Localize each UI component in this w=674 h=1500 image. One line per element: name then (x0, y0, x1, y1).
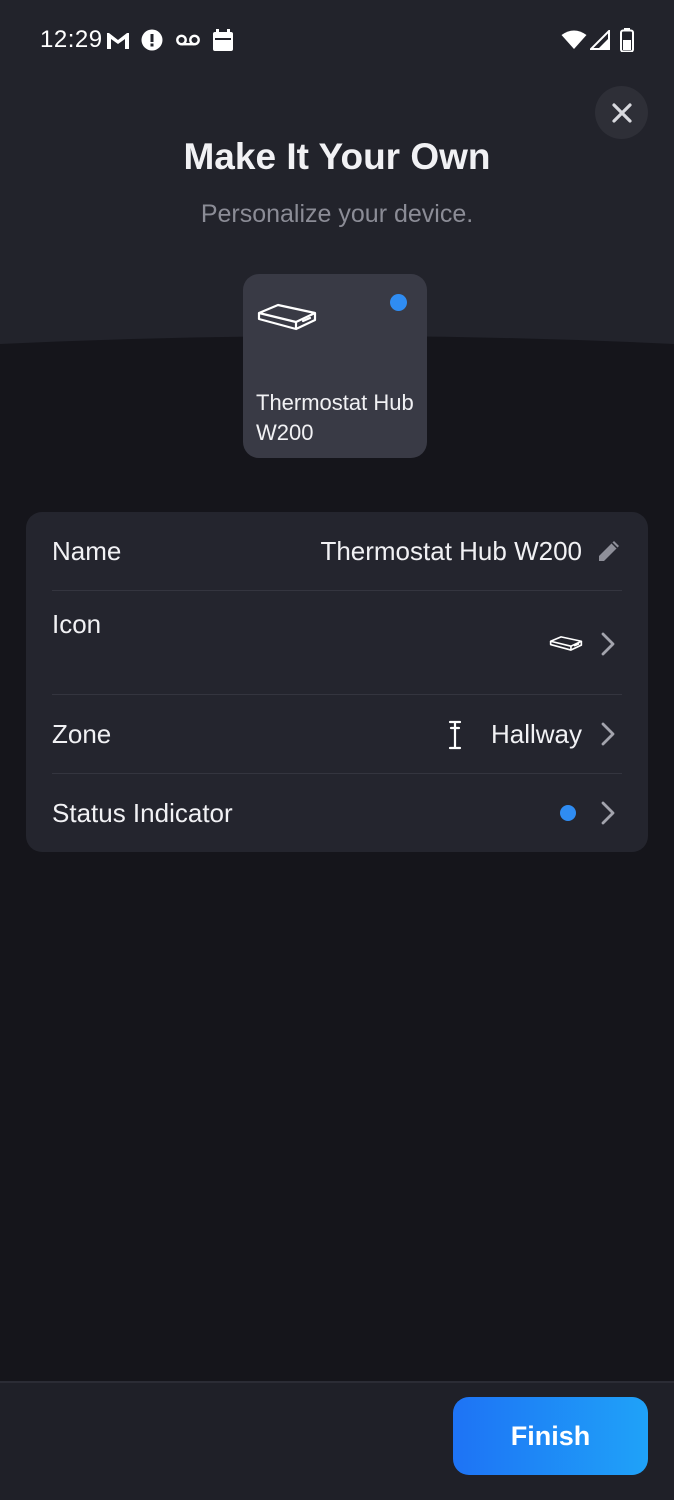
device-personalization-screen: 12:29 Make It Your Own Personalize your … (0, 0, 674, 1500)
status-indicator-dot (390, 294, 407, 311)
page-title: Make It Your Own (183, 136, 491, 177)
zone-value: Hallway (490, 719, 582, 749)
finish-button[interactable]: Finish (453, 1397, 648, 1475)
settings-row-zone[interactable]: Zone Hallway (26, 695, 648, 773)
pencil-icon[interactable] (597, 538, 622, 563)
chevron-right-icon (601, 722, 615, 746)
settings-card: Name Thermostat Hub W200 Icon Zone Hallw… (26, 512, 648, 852)
status-color-dot (560, 805, 576, 821)
close-icon (611, 102, 632, 123)
status-time: 12:29 (40, 26, 103, 53)
voicemail-icon (176, 34, 200, 46)
page-subtitle: Personalize your device. (200, 200, 474, 228)
zone-pin-icon (448, 720, 462, 750)
settings-row-icon[interactable]: Icon (26, 591, 648, 694)
close-button[interactable] (595, 86, 648, 139)
battery-icon (620, 28, 634, 52)
zone-label: Zone (52, 719, 112, 749)
alert-icon (141, 29, 163, 51)
chevron-right-icon (601, 632, 615, 656)
status-bar: 12:29 (0, 0, 674, 82)
name-value: Thermostat Hub W200 (320, 536, 582, 566)
wifi-icon (561, 30, 587, 49)
settings-row-name[interactable]: Name Thermostat Hub W200 (26, 512, 648, 590)
calendar-icon (213, 29, 233, 51)
device-preview-card: Thermostat Hub W200 (243, 274, 427, 458)
hub-device-icon (549, 636, 583, 651)
chevron-right-icon (601, 801, 615, 825)
gmail-icon (107, 33, 129, 49)
status-indicator-label: Status Indicator (52, 798, 233, 828)
device-preview-name: Thermostat Hub W200 (256, 390, 414, 445)
settings-row-status-indicator[interactable]: Status Indicator (26, 774, 648, 852)
signal-icon (590, 30, 610, 50)
bottom-action-bar: Finish (0, 1381, 674, 1500)
hub-device-icon (257, 303, 317, 331)
name-label: Name (52, 536, 122, 566)
icon-label: Icon (52, 609, 102, 639)
